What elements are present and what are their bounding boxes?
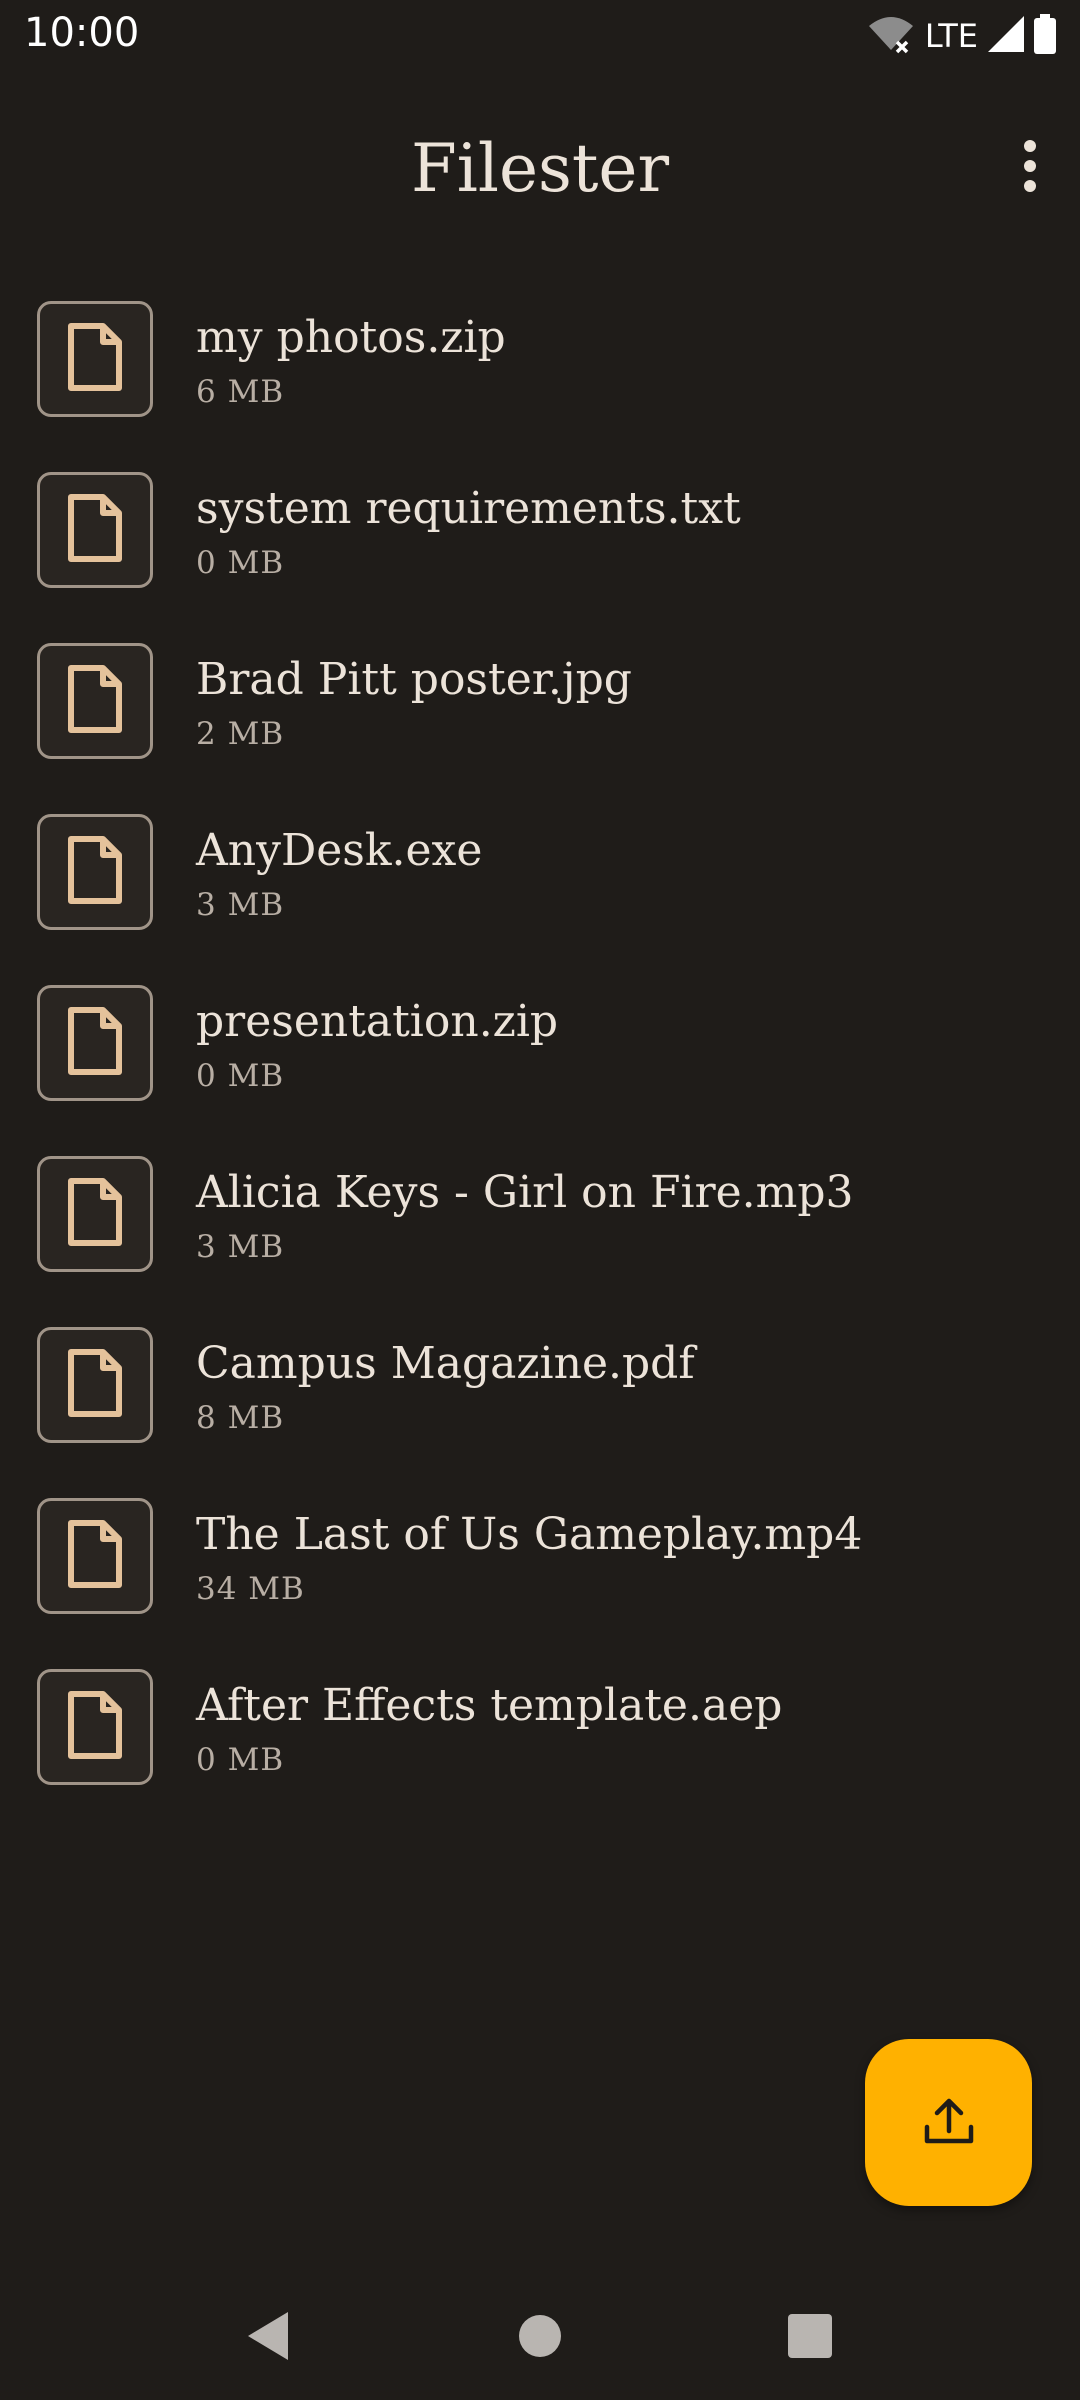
file-row[interactable]: Campus Magazine.pdf 8 MB — [0, 1316, 1080, 1487]
file-size: 6 MB — [196, 374, 285, 410]
file-tile — [37, 1327, 153, 1443]
file-tile — [37, 1498, 153, 1614]
file-name: After Effects template.aep — [196, 1680, 783, 1731]
file-icon — [65, 322, 125, 396]
upload-icon — [921, 2093, 977, 2153]
status-bar: 10:00 LTE — [0, 0, 1080, 72]
wifi-off-icon — [867, 14, 915, 58]
file-tile — [37, 301, 153, 417]
file-row[interactable]: After Effects template.aep 0 MB — [0, 1658, 1080, 1829]
file-size: 3 MB — [196, 887, 285, 923]
app-bar: Filester — [0, 100, 1080, 240]
file-row[interactable]: my photos.zip 6 MB — [0, 290, 1080, 461]
file-size: 0 MB — [196, 545, 285, 581]
file-icon — [65, 493, 125, 567]
back-button[interactable] — [228, 2298, 308, 2378]
overflow-menu-button[interactable] — [998, 136, 1062, 200]
navigation-bar — [0, 2270, 1080, 2400]
file-row[interactable]: Brad Pitt poster.jpg 2 MB — [0, 632, 1080, 803]
file-name: presentation.zip — [196, 996, 559, 1047]
file-tile — [37, 472, 153, 588]
file-tile — [37, 814, 153, 930]
file-name: Campus Magazine.pdf — [196, 1338, 695, 1389]
home-icon — [517, 2313, 563, 2363]
file-icon — [65, 1519, 125, 1593]
file-icon — [65, 1177, 125, 1251]
status-time: 10:00 — [24, 10, 140, 56]
file-icon — [65, 1690, 125, 1764]
home-button[interactable] — [500, 2298, 580, 2378]
file-size: 2 MB — [196, 716, 285, 752]
file-icon — [65, 664, 125, 738]
file-size: 0 MB — [196, 1742, 285, 1778]
file-size: 0 MB — [196, 1058, 285, 1094]
file-icon — [65, 1348, 125, 1422]
recents-icon — [787, 2313, 833, 2363]
file-row[interactable]: The Last of Us Gameplay.mp4 34 MB — [0, 1487, 1080, 1658]
file-tile — [37, 985, 153, 1101]
file-size: 34 MB — [196, 1571, 305, 1607]
battery-icon — [1032, 14, 1058, 58]
file-row[interactable]: Alicia Keys - Girl on Fire.mp3 3 MB — [0, 1145, 1080, 1316]
file-name: The Last of Us Gameplay.mp4 — [196, 1509, 863, 1560]
back-icon — [244, 2310, 292, 2366]
file-name: Brad Pitt poster.jpg — [196, 654, 632, 705]
file-row[interactable]: system requirements.txt 0 MB — [0, 461, 1080, 632]
recents-button[interactable] — [770, 2298, 850, 2378]
status-icons: LTE — [867, 14, 1058, 58]
file-row[interactable]: presentation.zip 0 MB — [0, 974, 1080, 1145]
file-icon — [65, 835, 125, 909]
file-row[interactable]: AnyDesk.exe 3 MB — [0, 803, 1080, 974]
file-name: my photos.zip — [196, 312, 506, 363]
upload-fab-button[interactable] — [865, 2039, 1032, 2206]
app-title: Filester — [410, 130, 670, 207]
file-size: 8 MB — [196, 1400, 285, 1436]
more-vert-icon — [1020, 138, 1040, 198]
file-tile — [37, 1669, 153, 1785]
file-name: Alicia Keys - Girl on Fire.mp3 — [196, 1167, 854, 1218]
file-list: my photos.zip 6 MB system requirements.t… — [0, 290, 1080, 1829]
signal-icon — [986, 14, 1026, 58]
file-name: system requirements.txt — [196, 483, 741, 534]
file-size: 3 MB — [196, 1229, 285, 1265]
file-tile — [37, 643, 153, 759]
network-type: LTE — [924, 17, 978, 55]
file-name: AnyDesk.exe — [196, 825, 483, 876]
file-icon — [65, 1006, 125, 1080]
file-tile — [37, 1156, 153, 1272]
